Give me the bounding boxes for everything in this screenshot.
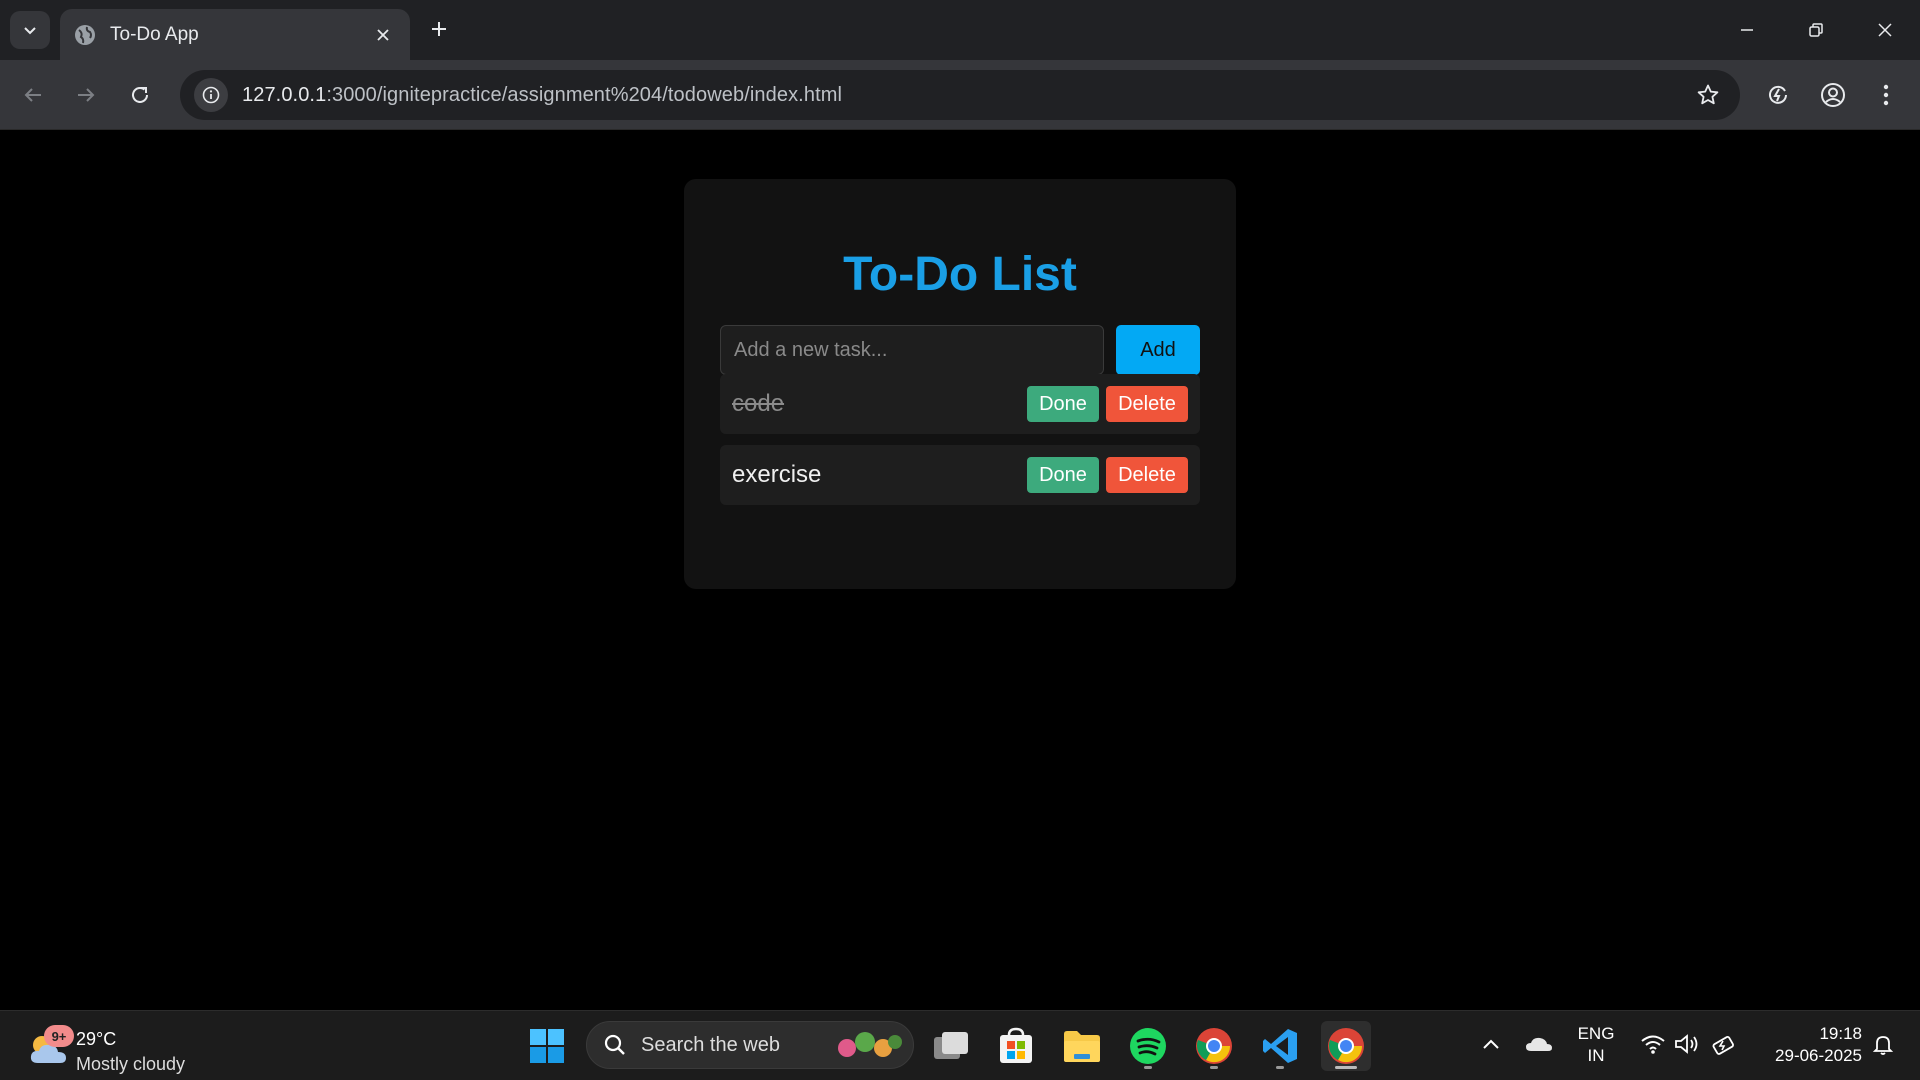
- close-tab-icon[interactable]: [370, 22, 396, 48]
- browser-titlebar: To-Do App: [0, 0, 1920, 60]
- url-path: :3000/ignitepractice/assignment%204/todo…: [326, 83, 843, 106]
- task-view-icon: [934, 1032, 968, 1059]
- weather-widget[interactable]: 9+ 29°C Mostly cloudy: [24, 1019, 204, 1075]
- volume-icon[interactable]: [1672, 1029, 1702, 1059]
- running-indicator: [1276, 1066, 1284, 1069]
- search-icon: [604, 1034, 625, 1055]
- plus-icon: [432, 22, 446, 36]
- bookmark-star-icon[interactable]: [1694, 81, 1722, 109]
- minimize-button[interactable]: [1724, 12, 1770, 48]
- restore-button[interactable]: [1793, 12, 1839, 48]
- reload-icon: [132, 86, 148, 103]
- lang-line1: ENG: [1577, 1024, 1615, 1043]
- taskbar-search[interactable]: Search the web: [586, 1021, 914, 1069]
- language-indicator[interactable]: ENG IN: [1574, 1023, 1618, 1067]
- tab-title: To-Do App: [110, 23, 199, 45]
- done-button[interactable]: Done: [1027, 386, 1099, 422]
- chrome-app[interactable]: [1189, 1021, 1239, 1071]
- close-icon: [1878, 23, 1892, 37]
- spotify-icon: [1130, 1028, 1166, 1064]
- task-text: exercise: [732, 461, 822, 488]
- tab-search-button[interactable]: [10, 11, 50, 49]
- running-indicator: [1210, 1066, 1218, 1069]
- battery-icon[interactable]: [1709, 1029, 1739, 1059]
- address-bar[interactable]: 127.0.0.1:3000/ignitepractice/assignment…: [180, 70, 1740, 120]
- clock[interactable]: 19:18 29-06-2025: [1752, 1023, 1862, 1067]
- clock-time: 19:18: [1819, 1024, 1862, 1043]
- notification-bell-icon[interactable]: [1868, 1029, 1898, 1059]
- back-button[interactable]: [15, 77, 51, 113]
- folder-icon: [1064, 1031, 1100, 1062]
- onedrive-icon[interactable]: [1522, 1029, 1556, 1059]
- vscode-app[interactable]: [1255, 1021, 1305, 1071]
- reload-button[interactable]: [122, 77, 158, 113]
- close-window-button[interactable]: [1862, 12, 1908, 48]
- windows-start-icon[interactable]: [528, 1027, 566, 1065]
- page-viewport: To-Do List Add code Done Delete exercise…: [0, 131, 1920, 1010]
- weather-condition: Mostly cloudy: [76, 1054, 186, 1074]
- file-explorer-app[interactable]: [1057, 1021, 1107, 1071]
- wifi-icon[interactable]: [1638, 1029, 1668, 1059]
- task-view-app[interactable]: [926, 1021, 976, 1071]
- page-title: To-Do List: [843, 248, 1077, 301]
- task-text: code: [732, 390, 785, 417]
- chrome-app-active[interactable]: [1321, 1021, 1371, 1071]
- chrome-icon: [1328, 1028, 1364, 1064]
- delete-button[interactable]: Delete: [1106, 457, 1188, 493]
- restore-icon: [1809, 23, 1823, 37]
- microsoft-store-app[interactable]: [991, 1021, 1041, 1071]
- forward-button[interactable]: [68, 77, 104, 113]
- taskbar: 9+ 29°C Mostly cloudy Search the web ENG…: [0, 1010, 1920, 1080]
- running-indicator: [1144, 1066, 1152, 1069]
- add-task-button[interactable]: Add: [1116, 325, 1200, 375]
- browser-toolbar: 127.0.0.1:3000/ignitepractice/assignment…: [0, 60, 1920, 130]
- more-menu-icon[interactable]: [1868, 77, 1904, 113]
- vscode-icon: [1263, 1029, 1297, 1063]
- arrow-left-icon: [24, 88, 41, 102]
- show-hidden-icons[interactable]: [1478, 1029, 1504, 1059]
- url-text[interactable]: 127.0.0.1:3000/ignitepractice/assignment…: [242, 84, 842, 107]
- chevron-up-icon: [1483, 1039, 1499, 1049]
- task-item-exercise: exercise Done Delete: [720, 445, 1200, 505]
- todo-card: To-Do List Add code Done Delete exercise…: [684, 179, 1236, 589]
- performance-icon[interactable]: [1760, 77, 1796, 113]
- url-host: 127.0.0.1: [242, 83, 327, 106]
- spotify-app[interactable]: [1123, 1021, 1173, 1071]
- new-tab-button[interactable]: [424, 14, 454, 44]
- site-info-icon[interactable]: [194, 78, 228, 112]
- active-indicator: [1335, 1066, 1357, 1069]
- profile-icon[interactable]: [1815, 77, 1851, 113]
- clock-date: 29-06-2025: [1775, 1046, 1862, 1065]
- chrome-icon: [1196, 1028, 1232, 1064]
- chevron-down-icon: [24, 27, 36, 35]
- delete-button[interactable]: Delete: [1106, 386, 1188, 422]
- store-icon: [1000, 1027, 1032, 1063]
- new-task-input[interactable]: [720, 325, 1104, 375]
- task-item-code: code Done Delete: [720, 374, 1200, 434]
- search-label: Search the web: [641, 1033, 780, 1056]
- done-button[interactable]: Done: [1027, 457, 1099, 493]
- minimize-icon: [1741, 29, 1753, 31]
- search-highlight-icon: [838, 1032, 902, 1057]
- browser-tab[interactable]: To-Do App: [60, 9, 410, 60]
- weather-badge: 9+: [44, 1025, 74, 1047]
- weather-temp: 29°C: [76, 1029, 117, 1049]
- lang-line2: IN: [1587, 1046, 1605, 1065]
- globe-icon: [75, 24, 95, 45]
- arrow-right-icon: [78, 88, 95, 102]
